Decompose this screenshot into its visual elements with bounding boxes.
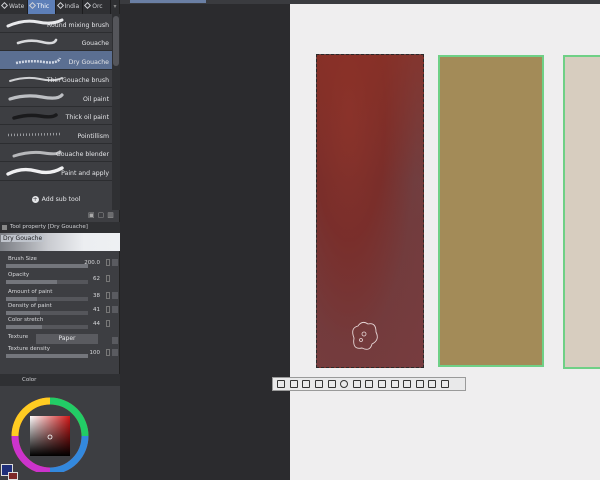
- copy-icon[interactable]: [378, 380, 387, 388]
- lasso-icon[interactable]: [340, 380, 349, 388]
- settings-icon[interactable]: [441, 380, 450, 388]
- add-sub-tool-button[interactable]: + Add sub tool: [0, 192, 112, 208]
- doodle-sketch: [352, 321, 378, 350]
- brush-item-dry-gouache[interactable]: Dry Gouache: [0, 51, 112, 70]
- stepper-icon[interactable]: [106, 349, 110, 356]
- wrench-icon: [2, 225, 7, 230]
- brush-item-label: Pointillism: [77, 132, 110, 140]
- brush-preview: Dry Gouache: [0, 233, 120, 251]
- color-wheel-panel: [0, 386, 120, 480]
- brush-icon: [0, 1, 9, 10]
- slider-track[interactable]: [6, 264, 88, 268]
- brush-item-label: Thin Gouache brush: [46, 77, 109, 84]
- brush-icon: [56, 1, 64, 10]
- stepper-icon[interactable]: [106, 275, 110, 282]
- brush-item-label: Round mixing brush: [46, 21, 109, 29]
- slider-track[interactable]: [6, 311, 88, 315]
- prop-texture-density[interactable]: Texture density 100: [0, 345, 120, 361]
- brush-stroke-preview: [15, 57, 62, 65]
- pressure-icon[interactable]: [112, 306, 118, 313]
- brush-item-gouache[interactable]: Gouache: [0, 32, 112, 51]
- tab-india-ink[interactable]: India: [56, 0, 84, 14]
- color-panel-header: Color: [0, 374, 120, 386]
- brush-stroke-preview: [16, 38, 58, 44]
- move-icon[interactable]: [415, 380, 424, 388]
- brush-item-oil-paint[interactable]: Oil paint: [0, 88, 112, 107]
- shrink-selection-icon[interactable]: [327, 380, 336, 388]
- beige-paint-swatch[interactable]: [563, 55, 600, 369]
- brush-item-pointillism[interactable]: Pointillism: [0, 125, 112, 144]
- left-panel: Wate Thic India Orc ▾ Round mixing brush…: [0, 0, 120, 480]
- slider-track[interactable]: [6, 325, 88, 329]
- plus-icon: +: [31, 196, 39, 203]
- new-icon[interactable]: ▢: [98, 211, 108, 219]
- prop-opacity[interactable]: Opacity 62: [0, 271, 120, 287]
- stepper-icon[interactable]: [106, 306, 110, 313]
- pressure-icon[interactable]: [112, 259, 118, 266]
- color-wheel[interactable]: [10, 392, 108, 472]
- subtool-tabs: Wate Thic India Orc ▾: [0, 0, 119, 14]
- app-root: Wate Thic India Orc ▾ Round mixing brush…: [0, 0, 600, 480]
- brush-item-label: Gouache: [81, 40, 109, 47]
- stepper-icon[interactable]: [106, 292, 110, 299]
- brush-item-thick-oil[interactable]: Thick oil paint: [0, 106, 112, 125]
- brush-item-label: Thick oil paint: [65, 114, 109, 121]
- scrollbar-thumb[interactable]: [113, 16, 119, 66]
- brush-stroke-preview: [7, 132, 63, 137]
- brush-icon: [28, 1, 36, 10]
- slider-track[interactable]: [6, 354, 88, 358]
- brush-item-gouache-blender[interactable]: Gouache blender: [0, 143, 112, 162]
- transform-icon[interactable]: [390, 380, 399, 388]
- prop-brush-size[interactable]: Brush Size 200.0: [0, 255, 120, 271]
- brush-stroke-preview: [8, 93, 64, 101]
- fill-icon[interactable]: [403, 380, 412, 388]
- erase-selection-icon[interactable]: [352, 380, 361, 388]
- brush-list: Round mixing brush Gouache Dry Gouache T…: [0, 14, 112, 181]
- slider-track[interactable]: [6, 297, 88, 301]
- tab-oriental[interactable]: Orc: [83, 0, 111, 14]
- pressure-icon[interactable]: [112, 292, 118, 299]
- olive-paint-swatch[interactable]: [438, 55, 544, 367]
- active-canvas-tab[interactable]: [130, 0, 206, 3]
- brush-item-label: Dry Gouache: [68, 58, 109, 66]
- brush-icon: [84, 1, 92, 10]
- tab-watercolor[interactable]: Wate: [0, 0, 28, 14]
- brush-item-round-mixing[interactable]: Round mixing brush: [0, 14, 112, 33]
- invert-selection-icon[interactable]: [302, 380, 311, 388]
- copy-icon[interactable]: ▣: [88, 211, 98, 219]
- stepper-icon[interactable]: [106, 320, 110, 327]
- checker-icon[interactable]: [428, 380, 437, 388]
- expand-selection-icon[interactable]: [315, 380, 324, 388]
- canvas-workspace: [120, 4, 290, 480]
- brush-item-label: Paint and apply: [61, 169, 109, 177]
- deselect-icon[interactable]: [277, 380, 286, 388]
- trash-icon[interactable]: [112, 349, 118, 356]
- cut-icon[interactable]: [365, 380, 374, 388]
- preview-label: Dry Gouache: [1, 235, 45, 242]
- sub-tool-actions: ▣▢▥: [88, 211, 117, 219]
- brush-item-label: Gouache blender: [55, 151, 109, 158]
- background-color-swatch[interactable]: [8, 472, 18, 480]
- texture-settings-icon[interactable]: [112, 337, 118, 344]
- stepper-icon[interactable]: [106, 259, 110, 266]
- brush-item-thin-gouache[interactable]: Thin Gouache brush: [0, 69, 112, 88]
- brush-stroke-preview: [12, 112, 58, 120]
- crop-icon[interactable]: [289, 380, 298, 388]
- prop-color-stretch[interactable]: Color stretch 44: [0, 316, 120, 332]
- texture-select[interactable]: Paper: [36, 334, 98, 344]
- trash-icon[interactable]: ▥: [107, 211, 117, 219]
- brush-list-scrollbar[interactable]: [112, 14, 120, 210]
- panel-menu-icon[interactable]: ▾: [111, 0, 119, 14]
- brush-item-paint-and-apply[interactable]: Paint and apply: [0, 162, 112, 181]
- brush-stroke-preview: [6, 166, 64, 176]
- brush-item-label: Oil paint: [82, 95, 109, 103]
- selection-launcher-toolbar: [272, 377, 466, 391]
- tool-property-header: Tool property [Dry Gouache]: [0, 222, 120, 233]
- slider-track[interactable]: [6, 280, 88, 284]
- tab-thick-paint[interactable]: Thic: [27, 0, 56, 14]
